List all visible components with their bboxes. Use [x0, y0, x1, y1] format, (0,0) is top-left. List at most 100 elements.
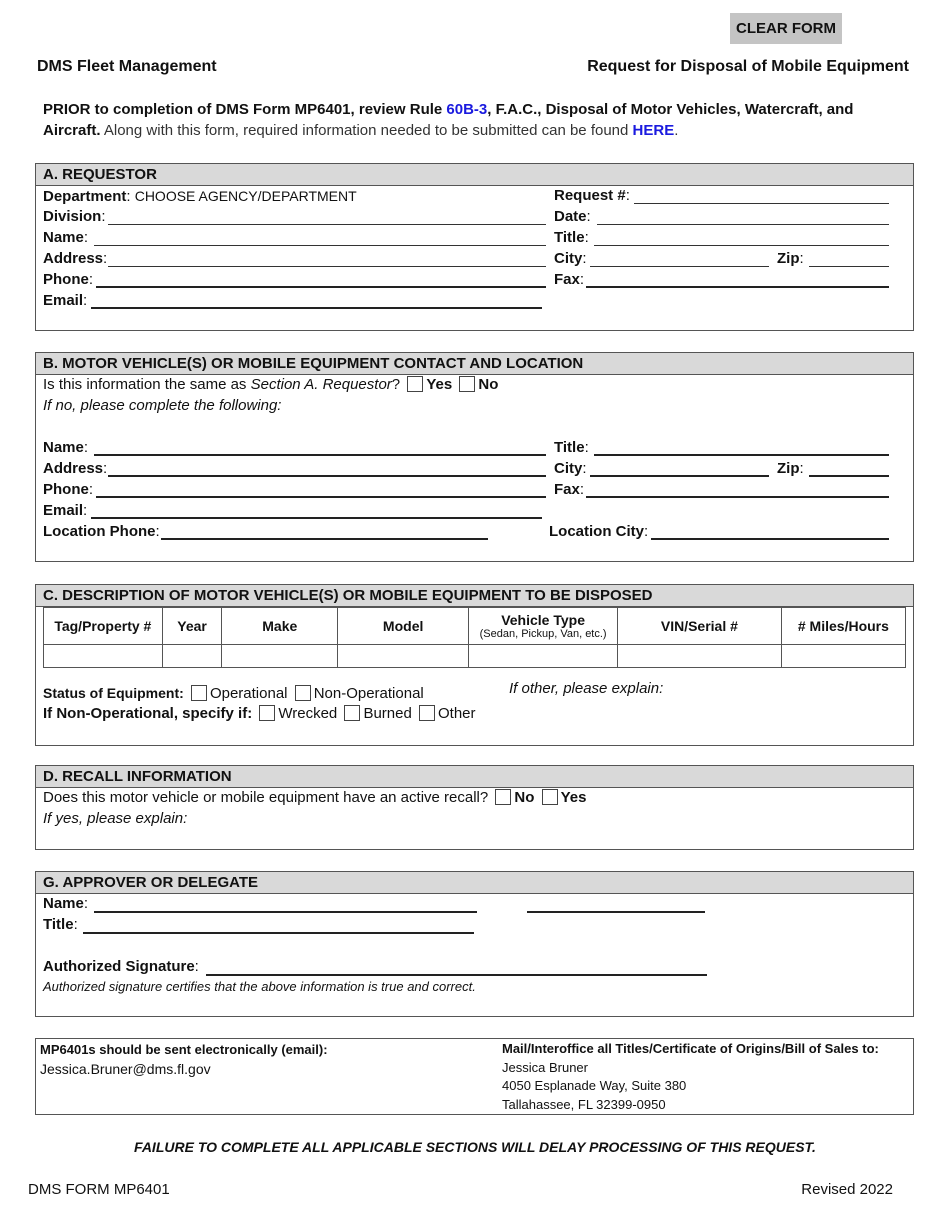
same-info-ref: Section A. Requestor [250, 376, 392, 393]
location-phone-field[interactable] [161, 538, 488, 540]
department-label: Department [43, 188, 127, 205]
other-checkbox[interactable] [419, 705, 435, 721]
name-label: Name [43, 229, 84, 246]
vehicle-table-header: Tag/Property # Year Make Model Vehicle T… [43, 607, 907, 645]
signature-field[interactable] [206, 974, 707, 976]
cell-make[interactable] [221, 644, 339, 668]
b-city-field[interactable] [590, 475, 769, 477]
b-zip-label: Zip [777, 460, 800, 477]
approver-extra-field[interactable] [527, 911, 705, 913]
clear-form-button[interactable]: CLEAR FORM [730, 13, 842, 44]
wrecked-label: Wrecked [278, 705, 338, 722]
email-field[interactable] [91, 307, 542, 309]
cell-model[interactable] [337, 644, 470, 668]
intro-text: PRIOR to completion of DMS Form MP6401, … [43, 99, 903, 141]
mail-city: Tallahassee, FL 32399-0950 [502, 1097, 666, 1112]
b-email-field[interactable] [91, 517, 542, 519]
status-label: Status of Equipment: [43, 685, 184, 701]
city-label: City [554, 250, 583, 267]
non-operational-checkbox[interactable] [294, 685, 311, 701]
section-g-approver: G. APPROVER OR DELEGATE Name: Title: Aut… [35, 871, 914, 1017]
location-city-label: Location City [549, 523, 645, 540]
section-b-title: B. MOTOR VEHICLE(S) OR MOBILE EQUIPMENT … [36, 353, 913, 375]
b-name-label: Name [43, 439, 84, 456]
submit-email[interactable]: Jessica.Bruner@dms.fl.gov [40, 1059, 211, 1079]
mail-heading: Mail/Interoffice all Titles/Certificate … [502, 1041, 879, 1056]
b-city-label: City [554, 460, 583, 477]
recall-yes-checkbox[interactable] [541, 789, 558, 805]
section-d-recall: D. RECALL INFORMATION Does this motor ve… [35, 765, 914, 850]
approver-title-field[interactable] [83, 932, 474, 934]
date-field[interactable] [597, 224, 889, 225]
nonop-label: If Non-Operational, specify if: [43, 705, 253, 722]
section-d-title: D. RECALL INFORMATION [36, 766, 913, 788]
section-b-instruction: If no, please complete the following: [43, 397, 282, 414]
intro-part4: . [674, 122, 679, 139]
name-field[interactable] [94, 245, 546, 246]
non-operational-label: Non-Operational [313, 685, 424, 702]
org-name: DMS Fleet Management [37, 58, 217, 75]
fax-label: Fax [554, 271, 580, 288]
b-fax-field[interactable] [586, 496, 889, 498]
other-explain-label: If other, please explain: [509, 680, 664, 697]
same-info-yes-label: Yes [426, 376, 453, 393]
division-label: Division [43, 208, 102, 225]
contact-box: MP6401s should be sent electronically (e… [35, 1038, 914, 1115]
burned-checkbox[interactable] [344, 705, 361, 721]
city-field[interactable] [590, 266, 769, 267]
phone-field[interactable] [96, 286, 546, 288]
rule-link[interactable]: 60B-3 [446, 101, 487, 118]
location-phone-label: Location Phone [43, 523, 156, 540]
recall-question: Does this motor vehicle or mobile equipm… [43, 789, 489, 806]
wrecked-checkbox[interactable] [259, 705, 276, 721]
b-phone-label: Phone [43, 481, 89, 498]
cell-vin-serial[interactable] [616, 644, 782, 668]
recall-yes-label: Yes [560, 789, 587, 806]
intro-part3: Along with this form, required informati… [100, 122, 633, 139]
department-select[interactable]: CHOOSE AGENCY/DEPARTMENT [135, 188, 357, 204]
b-title-label: Title [554, 439, 585, 456]
recall-no-checkbox[interactable] [495, 789, 512, 805]
vehicle-table: Tag/Property # Year Make Model Vehicle T… [43, 607, 907, 668]
recall-explain-label: If yes, please explain: [43, 810, 188, 827]
b-title-field[interactable] [594, 454, 889, 456]
zip-label: Zip [777, 250, 800, 267]
b-address-field[interactable] [108, 475, 546, 477]
b-phone-field[interactable] [96, 496, 546, 498]
b-zip-field[interactable] [809, 475, 889, 477]
section-g-title: G. APPROVER OR DELEGATE [36, 872, 913, 894]
fax-field[interactable] [586, 286, 889, 288]
form-title: Request for Disposal of Mobile Equipment [587, 58, 909, 75]
same-info-no-label: No [478, 376, 499, 393]
address-field[interactable] [108, 266, 546, 267]
col-tag-property: Tag/Property # [43, 607, 163, 645]
recall-no-label: No [514, 789, 535, 806]
b-fax-label: Fax [554, 481, 580, 498]
col-make: Make [221, 607, 339, 645]
b-address-label: Address [43, 460, 104, 477]
approver-name-field[interactable] [94, 911, 477, 913]
mail-name: Jessica Bruner [502, 1060, 588, 1075]
location-city-field[interactable] [651, 538, 889, 540]
b-name-field[interactable] [94, 454, 546, 456]
cell-year[interactable] [161, 644, 223, 668]
same-info-yes-checkbox[interactable] [407, 376, 424, 392]
request-number-label: Request # [554, 187, 626, 204]
operational-checkbox[interactable] [190, 685, 207, 701]
same-info-no-checkbox[interactable] [459, 376, 476, 392]
zip-field[interactable] [809, 266, 889, 267]
operational-label: Operational [209, 685, 288, 702]
other-label: Other [438, 705, 476, 722]
request-number-field[interactable] [634, 203, 889, 204]
mail-street: 4050 Esplanade Way, Suite 380 [502, 1078, 687, 1093]
approver-name-label: Name [43, 895, 84, 912]
intro-part1: PRIOR to completion of DMS Form MP6401, … [43, 101, 447, 118]
cell-vehicle-type[interactable] [468, 644, 618, 668]
cell-miles-hours[interactable] [780, 644, 907, 668]
same-info-question: Is this information the same as [43, 376, 251, 393]
cell-tag-property[interactable] [43, 644, 163, 668]
date-label: Date [554, 208, 587, 225]
division-field[interactable] [108, 224, 546, 225]
title-field[interactable] [594, 245, 889, 246]
here-link[interactable]: HERE [633, 122, 675, 139]
